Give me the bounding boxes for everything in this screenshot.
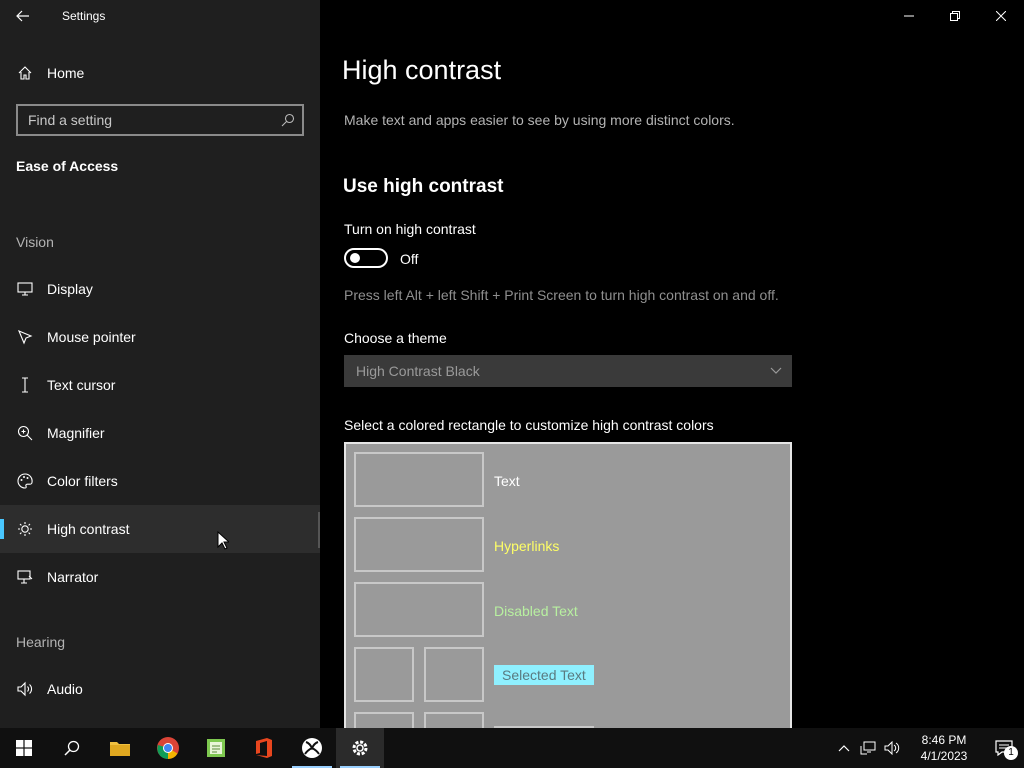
system-tray: 8:46 PM 4/1/2023 1 <box>832 728 1024 768</box>
sidebar-item-mouse-pointer[interactable]: Mouse pointer <box>0 313 320 361</box>
home-icon <box>17 65 33 81</box>
minimize-button[interactable] <box>886 0 932 32</box>
clock-time: 8:46 PM <box>921 733 967 747</box>
high-contrast-toggle[interactable] <box>344 248 388 268</box>
settings-button[interactable] <box>336 728 384 768</box>
office-icon <box>256 738 272 758</box>
shortcut-hint: Press left Alt + left Shift + Print Scre… <box>344 287 779 303</box>
network-button[interactable] <box>856 728 880 768</box>
clock[interactable]: 8:46 PM 4/1/2023 <box>904 732 984 764</box>
sidebar-item-label: High contrast <box>47 521 130 537</box>
swatch-text[interactable] <box>354 452 484 507</box>
group-heading-vision: Vision <box>16 234 54 250</box>
chrome-icon <box>157 737 179 759</box>
brightness-icon <box>17 521 33 537</box>
sidebar-item-high-contrast[interactable]: High contrast <box>0 505 320 553</box>
pointer-icon <box>17 329 33 345</box>
notepad-button[interactable] <box>192 728 240 768</box>
group-heading-hearing: Hearing <box>16 634 66 650</box>
volume-button[interactable] <box>880 728 904 768</box>
notification-badge: 1 <box>1004 746 1018 760</box>
section-heading: Use high contrast <box>343 176 504 197</box>
home-label: Home <box>47 65 85 81</box>
color-preview-panel: Text Hyperlinks Disabled Text Selected T… <box>344 442 792 732</box>
sidebar-item-label: Text cursor <box>47 377 116 393</box>
mouse-cursor-icon <box>217 531 229 550</box>
network-icon <box>860 741 876 755</box>
sidebar-item-label: Magnifier <box>47 425 105 441</box>
xbox-button[interactable] <box>288 728 336 768</box>
magnifier-icon <box>17 425 33 441</box>
taskbar: 8:46 PM 4/1/2023 1 <box>0 728 1024 768</box>
page-title: High contrast <box>342 55 502 85</box>
start-icon <box>16 740 32 756</box>
sidebar-item-label: Color filters <box>47 473 118 489</box>
restore-icon <box>950 11 960 21</box>
action-center-button[interactable]: 1 <box>984 728 1024 768</box>
app-title: Settings <box>62 9 106 23</box>
taskbar-search-button[interactable] <box>48 728 96 768</box>
swatch-disabled-text[interactable] <box>354 582 484 637</box>
speaker-icon <box>17 681 33 697</box>
xbox-icon <box>302 738 322 758</box>
search-input[interactable] <box>18 106 274 134</box>
sidebar-item-text-cursor[interactable]: Text cursor <box>0 361 320 409</box>
section-title: Ease of Access <box>16 158 119 174</box>
colors-label: Select a colored rectangle to customize … <box>344 417 714 433</box>
search-box[interactable] <box>16 104 304 136</box>
toggle-state-text: Off <box>400 251 419 267</box>
notepad-icon <box>207 739 225 757</box>
minimize-icon <box>904 15 914 17</box>
back-arrow-icon <box>16 10 29 22</box>
close-button[interactable] <box>978 0 1024 32</box>
sidebar-item-color-filters[interactable]: Color filters <box>0 457 320 505</box>
volume-icon <box>884 741 900 755</box>
text-cursor-icon <box>17 377 33 393</box>
page-description: Make text and apps easier to see by usin… <box>344 112 735 128</box>
sidebar-item-narrator[interactable]: Narrator <box>0 553 320 601</box>
theme-label: Choose a theme <box>344 330 447 346</box>
sidebar: Settings Home Ease of Access Vision Disp… <box>0 0 320 728</box>
theme-dropdown-value: High Contrast Black <box>356 363 480 379</box>
swatch-selected-text-fg[interactable] <box>354 647 414 702</box>
narrator-icon <box>17 569 33 585</box>
swatch-label-hyperlinks: Hyperlinks <box>494 538 560 554</box>
main-content: High contrast Make text and apps easier … <box>320 0 1024 732</box>
sidebar-item-label: Audio <box>47 681 83 697</box>
sidebar-item-audio[interactable]: Audio <box>0 665 320 713</box>
swatch-selected-text-bg[interactable] <box>424 647 484 702</box>
clock-date: 4/1/2023 <box>920 749 968 763</box>
back-button[interactable] <box>0 0 46 32</box>
theme-dropdown[interactable]: High Contrast Black <box>344 355 792 387</box>
nav-home[interactable]: Home <box>0 56 320 90</box>
close-icon <box>996 11 1006 21</box>
monitor-icon <box>17 281 33 297</box>
settings-icon <box>352 740 368 756</box>
toggle-label: Turn on high contrast <box>344 221 476 237</box>
chevron-up-icon <box>838 745 850 752</box>
file-explorer-icon <box>110 742 130 756</box>
sidebar-item-label: Narrator <box>47 569 99 585</box>
window-controls <box>886 0 1024 32</box>
search-icon[interactable] <box>274 106 302 134</box>
sidebar-item-display[interactable]: Display <box>0 265 320 313</box>
show-hidden-icons-button[interactable] <box>832 728 856 768</box>
swatch-label-selected-text: Selected Text <box>494 665 594 685</box>
palette-icon <box>17 473 33 489</box>
swatch-hyperlinks[interactable] <box>354 517 484 572</box>
swatch-label-text: Text <box>494 473 520 489</box>
chevron-down-icon <box>770 367 782 374</box>
title-bar: Settings <box>0 0 320 32</box>
swatch-label-disabled-text: Disabled Text <box>494 603 578 619</box>
sidebar-item-label: Mouse pointer <box>47 329 136 345</box>
toggle-knob <box>350 253 360 263</box>
chrome-button[interactable] <box>144 728 192 768</box>
start-button[interactable] <box>0 728 48 768</box>
office-button[interactable] <box>240 728 288 768</box>
sidebar-item-magnifier[interactable]: Magnifier <box>0 409 320 457</box>
file-explorer-button[interactable] <box>96 728 144 768</box>
sidebar-item-label: Display <box>47 281 93 297</box>
restore-button[interactable] <box>932 0 978 32</box>
search-icon <box>64 740 80 756</box>
